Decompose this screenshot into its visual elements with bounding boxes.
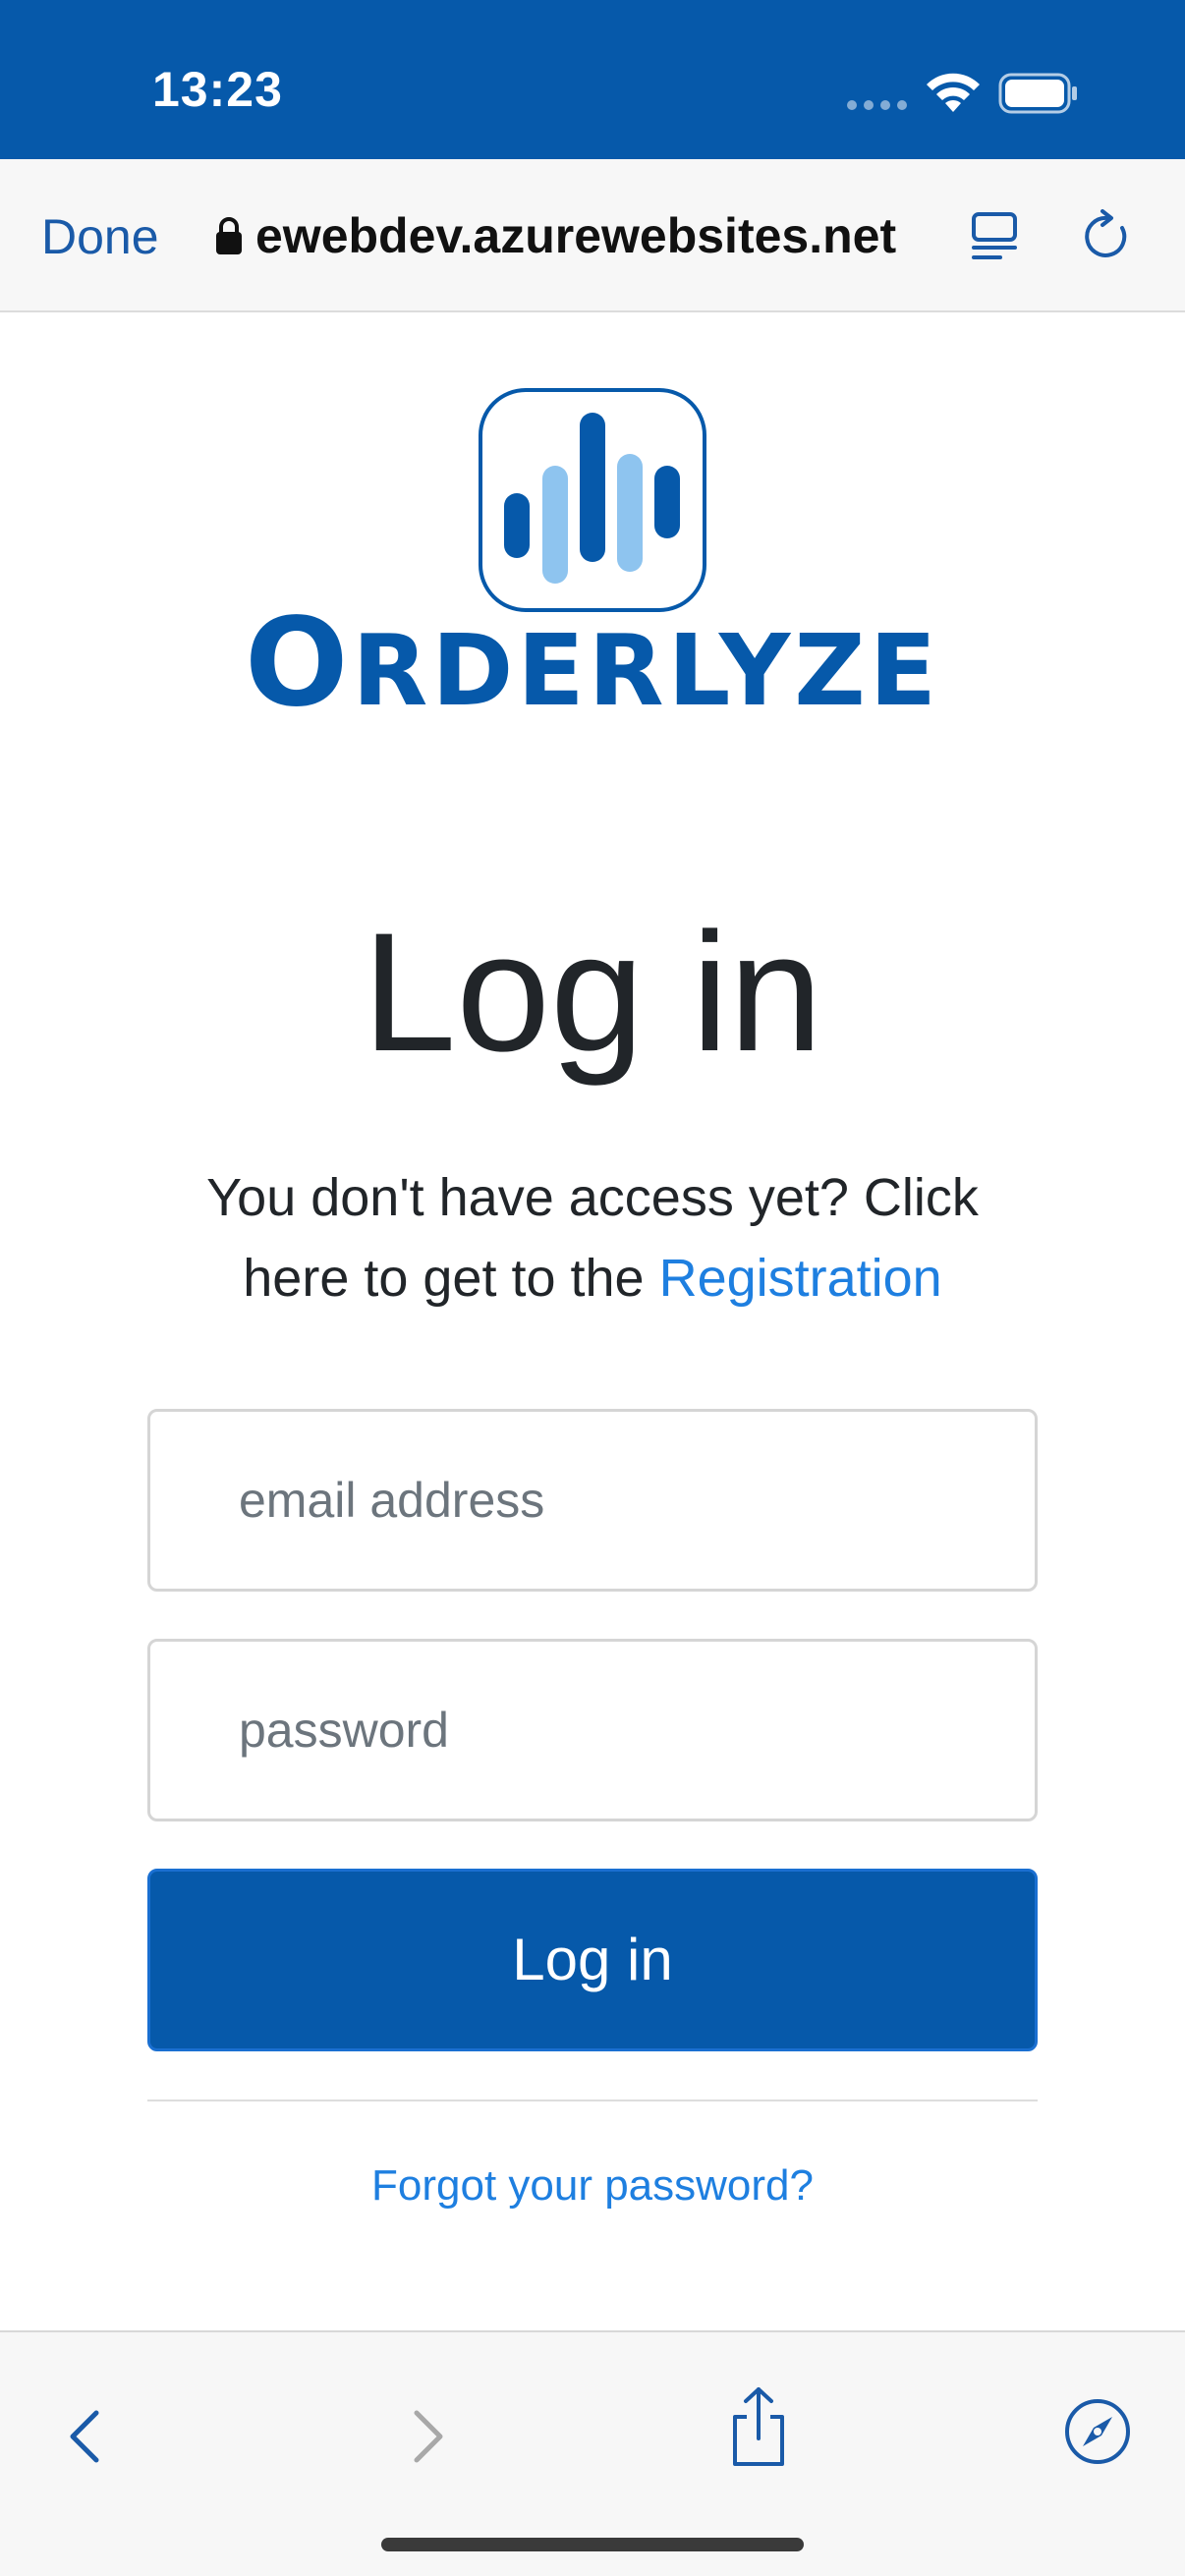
done-button[interactable]: Done xyxy=(41,208,159,265)
brand-name: ORDERLYZE xyxy=(0,589,1185,745)
orderlyze-logo-icon xyxy=(479,388,706,612)
url-bar[interactable]: ewebdev.azurewebsites.net xyxy=(214,206,914,265)
compass-icon[interactable] xyxy=(1063,2397,1132,2466)
lock-icon xyxy=(216,217,242,254)
chevron-left-icon[interactable] xyxy=(55,2401,118,2472)
battery-icon xyxy=(998,73,1077,114)
wifi-icon xyxy=(927,73,980,112)
share-icon[interactable] xyxy=(727,2385,790,2468)
password-field[interactable] xyxy=(147,1639,1038,1821)
forgot-password-link[interactable]: Forgot your password? xyxy=(0,2161,1185,2211)
page-title: Log in xyxy=(362,898,823,1087)
divider xyxy=(147,2100,1038,2101)
status-time: 13:23 xyxy=(152,62,283,117)
registration-prompt: You don't have access yet? Click here to… xyxy=(157,1157,1028,1318)
reader-icon[interactable] xyxy=(969,210,1020,263)
chevron-right-icon[interactable] xyxy=(395,2401,458,2472)
login-button[interactable]: Log in xyxy=(147,1869,1038,2051)
brand-name-rest: RDERLYZE xyxy=(352,613,941,728)
browser-toolbar: Done ewebdev.azurewebsites.net xyxy=(0,159,1185,312)
reload-icon[interactable] xyxy=(1079,208,1136,265)
home-indicator[interactable] xyxy=(381,2538,804,2551)
status-bar: 13:23 xyxy=(0,0,1185,159)
signal-icon xyxy=(847,100,907,110)
url-text: ewebdev.azurewebsites.net xyxy=(255,208,897,263)
email-field[interactable] xyxy=(147,1409,1038,1592)
brand-name-initial: O xyxy=(244,592,353,734)
registration-link[interactable]: Registration xyxy=(659,1249,942,1308)
